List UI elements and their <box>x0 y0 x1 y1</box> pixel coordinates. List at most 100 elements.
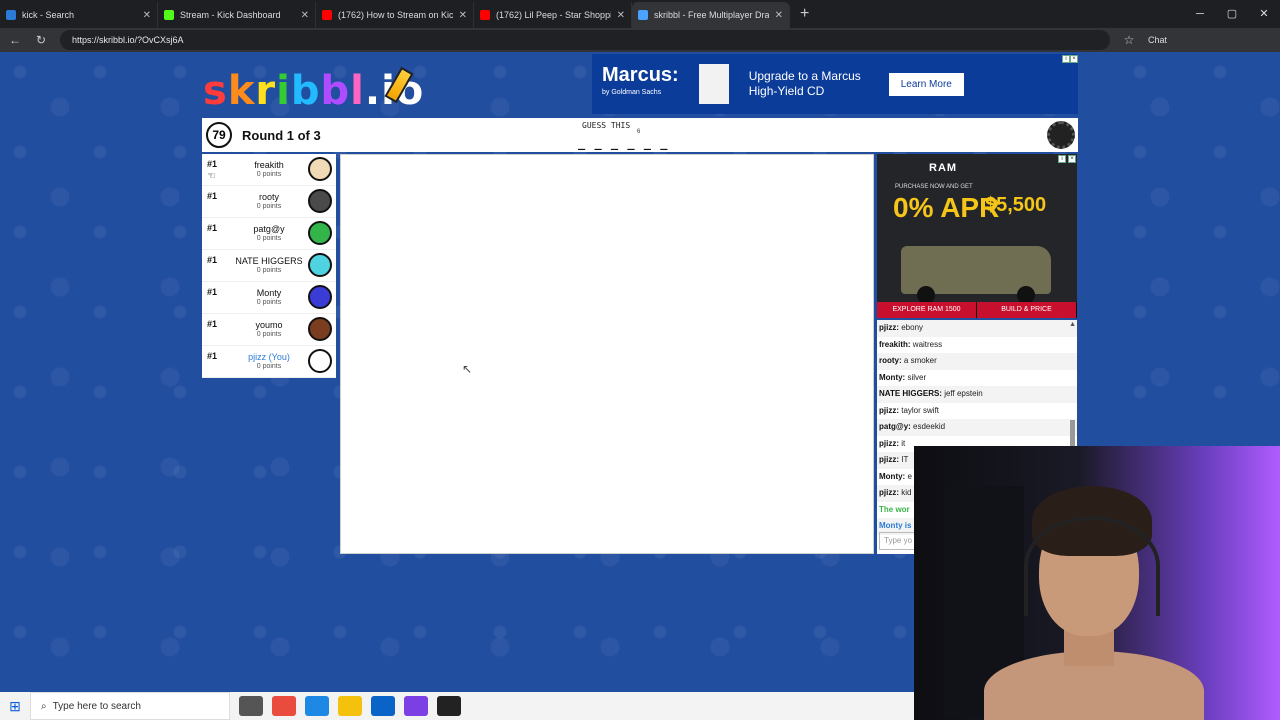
player-name: youmo <box>255 320 283 330</box>
side-advertisement[interactable]: RAM PURCHASE NOW AND GET 0% APR $5,500 E… <box>877 154 1077 318</box>
player-row[interactable]: #1 ☜ freakith 0 points <box>202 154 336 186</box>
timer-clock: 79 <box>206 122 232 148</box>
browser-tab[interactable]: (1762) How to Stream on Kick in 5 ✕ <box>316 2 474 28</box>
ad-choices-icon[interactable]: i <box>1062 55 1070 63</box>
browser-tab-strip: kick - Search ✕ Stream - Kick Dashboard ✕ (1… <box>0 0 1280 28</box>
tab-title: Stream - Kick Dashboard <box>180 10 281 20</box>
mouse-cursor-icon: ↖ <box>462 362 473 376</box>
ad-brand: Marcus: by Goldman Sachs <box>602 64 679 96</box>
tab-close-icon[interactable]: ✕ <box>459 10 467 21</box>
player-avatar <box>308 253 332 277</box>
player-row[interactable]: #1 Monty 0 points <box>202 282 336 314</box>
player-name: patg@y <box>253 224 285 234</box>
chat-text: taylor swift <box>899 405 940 415</box>
player-name: freakith <box>254 160 284 170</box>
tab-title: kick - Search <box>22 10 75 20</box>
file-explorer-icon[interactable] <box>338 696 362 716</box>
tab-favicon-icon <box>164 10 174 20</box>
chat-username: pjizz: <box>879 323 899 332</box>
chat-text: it <box>899 438 906 448</box>
tab-favicon-icon <box>638 10 648 20</box>
obs-icon[interactable] <box>437 696 461 716</box>
discord-icon[interactable] <box>404 696 428 716</box>
chat-message: pjizz: taylor swift <box>877 403 1077 420</box>
ad-promo-text: PURCHASE NOW AND GET <box>895 184 973 190</box>
ad-learn-more-button[interactable]: Learn More <box>888 72 964 96</box>
chat-username: Monty: <box>879 372 906 382</box>
tab-close-icon[interactable]: ✕ <box>775 10 783 21</box>
round-indicator: Round 1 of 3 <box>242 128 321 143</box>
favorite-star-icon[interactable]: ☆ <box>1122 33 1136 47</box>
windows-start-icon[interactable]: ⊞ <box>0 698 30 715</box>
chat-message: freakith: waitress <box>877 337 1077 354</box>
player-row[interactable]: #1 NATE HIGGERS 0 points <box>202 250 336 282</box>
ad-close-icon[interactable]: × <box>1070 55 1078 63</box>
browser-chat-button[interactable]: Chat <box>1148 35 1167 45</box>
chat-text: waitress <box>910 339 943 349</box>
new-tab-button[interactable]: + <box>800 5 809 23</box>
back-icon[interactable]: ← <box>8 33 22 47</box>
player-row[interactable]: #1 youmo 0 points <box>202 314 336 346</box>
scroll-up-icon[interactable]: ▲ <box>1069 321 1076 328</box>
player-points: 0 points <box>256 203 282 210</box>
tab-favicon-icon <box>6 10 16 20</box>
edge-icon[interactable] <box>305 696 329 716</box>
chat-text: ebony <box>899 323 924 332</box>
game-header: 79 Round 1 of 3 GUESS THIS 6 _ _ _ _ _ _ <box>202 118 1078 152</box>
settings-gear-icon[interactable] <box>1047 121 1075 149</box>
player-rank: #1 <box>207 351 218 361</box>
maximize-button[interactable]: ▢ <box>1216 0 1248 28</box>
outlook-icon[interactable] <box>371 696 395 716</box>
player-avatar <box>308 221 332 245</box>
chat-scrollbar[interactable] <box>1070 420 1075 446</box>
ad-choices-icon[interactable]: i <box>1058 155 1066 163</box>
drawing-canvas[interactable] <box>340 154 874 554</box>
reload-icon[interactable]: ↻ <box>34 33 48 47</box>
browser-tab[interactable]: (1762) Lil Peep - Star Shopping (O ✕ <box>474 2 632 28</box>
word-hint: _ _ _ _ _ _ <box>578 136 669 150</box>
chat-text: jeff epstein <box>941 389 983 398</box>
chat-message: patg@y: esdeekid <box>877 419 1077 436</box>
player-row[interactable]: #1 patg@y 0 points <box>202 218 336 250</box>
chat-username: pjizz: <box>879 488 899 497</box>
chat-text: kid <box>899 488 912 497</box>
address-bar: ← ↻ https://skribbl.io/?OvCXsj6A ☆ Chat <box>0 28 1280 52</box>
tab-close-icon[interactable]: ✕ <box>143 10 151 21</box>
minimize-button[interactable]: ─ <box>1184 0 1216 28</box>
headset-icon <box>1024 516 1160 616</box>
browser-tab[interactable]: Stream - Kick Dashboard ✕ <box>158 2 316 28</box>
tab-close-icon[interactable]: ✕ <box>301 10 309 21</box>
player-row[interactable]: #1 pjizz (You) 0 points <box>202 346 336 378</box>
player-avatar <box>308 317 332 341</box>
player-avatar <box>308 157 332 181</box>
windows-taskbar: ⊞ ⌕ Type here to search <box>0 692 914 720</box>
tab-title: (1762) How to Stream on Kick in 5 <box>338 10 453 20</box>
player-points: 0 points <box>256 299 282 306</box>
tab-title: skribbl - Free Multiplayer Dra <box>654 10 769 20</box>
player-rank: #1 <box>207 223 218 233</box>
ad-apr-offer: 0% APR <box>893 192 1000 223</box>
player-row[interactable]: #1 rooty 0 points <box>202 186 336 218</box>
build-price-button[interactable]: BUILD & PRICE <box>977 302 1077 318</box>
player-points: 0 points <box>256 363 282 370</box>
close-window-button[interactable]: ✕ <box>1248 0 1280 28</box>
task-view-icon[interactable] <box>239 696 263 716</box>
top-advertisement[interactable]: Marcus: by Goldman Sachs Upgrade to a Mar… <box>592 54 1078 114</box>
explore-ram-button[interactable]: EXPLORE RAM 1500 <box>877 302 977 318</box>
chat-text: silver <box>905 372 927 382</box>
word-length: 6 <box>637 129 641 135</box>
chat-text: a smoker <box>901 356 937 365</box>
guess-label: GUESS THIS <box>582 121 631 130</box>
ad-close-icon[interactable]: × <box>1068 155 1076 163</box>
tab-close-icon[interactable]: ✕ <box>617 10 625 21</box>
chrome-icon[interactable] <box>272 696 296 716</box>
chat-username: Monty: <box>879 471 906 481</box>
url-field[interactable]: https://skribbl.io/?OvCXsj6A <box>60 30 1110 50</box>
player-rank: #1 <box>207 255 218 265</box>
taskbar-search[interactable]: ⌕ Type here to search <box>30 692 230 720</box>
chat-username: pjizz: <box>879 438 899 448</box>
browser-tab[interactable]: skribbl - Free Multiplayer Dra ✕ <box>632 2 790 28</box>
tab-favicon-icon <box>322 10 332 20</box>
players-list: #1 ☜ freakith 0 points #1 rooty 0 points #1 patg… <box>202 154 336 378</box>
browser-tab[interactable]: kick - Search ✕ <box>0 2 158 28</box>
